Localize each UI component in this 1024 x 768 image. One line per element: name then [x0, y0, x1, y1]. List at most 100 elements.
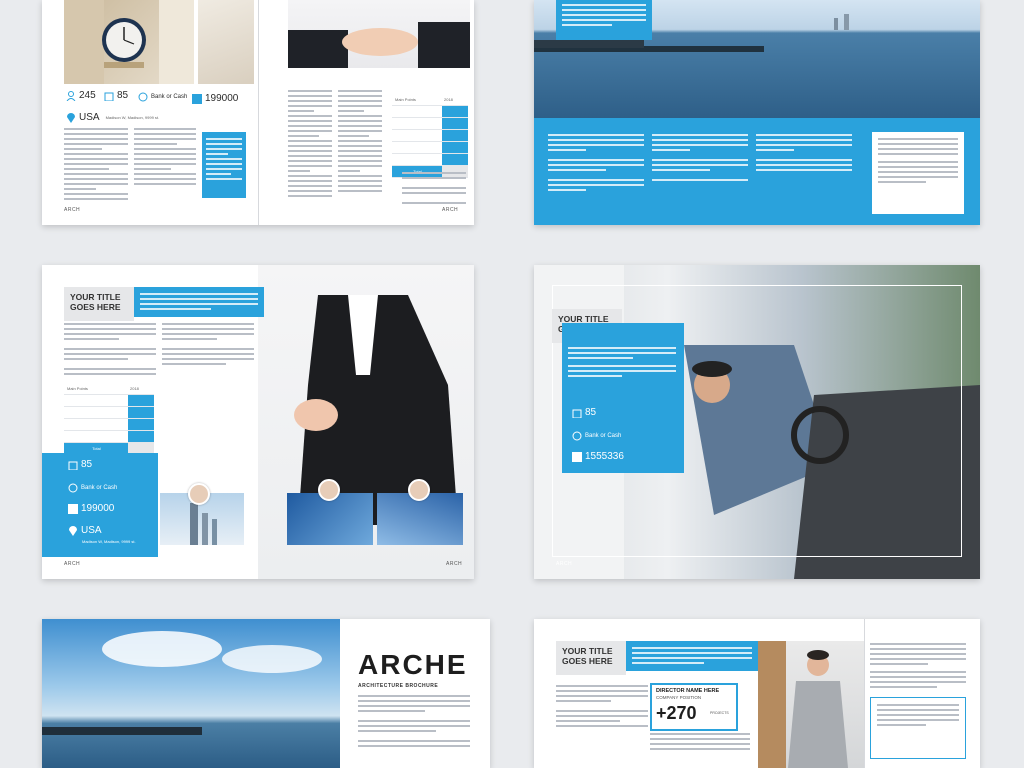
handshake-photo — [288, 0, 470, 68]
man-portrait-photo — [758, 641, 864, 768]
body-text-2 — [162, 323, 254, 368]
sky-sea-photo — [42, 619, 340, 768]
spread-top-left: 245 85 Bank or Cash 199000 USA Madison W… — [42, 0, 474, 225]
count-b-value: 85 — [117, 90, 129, 101]
director-value: +270 — [656, 703, 697, 723]
cash-value: 199000 — [81, 503, 115, 514]
page-fold — [864, 619, 865, 768]
address-value: Madison W, Madison, 9999 st. — [105, 115, 160, 120]
body-text-left — [64, 128, 128, 203]
body-text-left — [556, 685, 648, 730]
checklist — [402, 172, 466, 207]
spread-middle-left: YOUR TITLE GOES HERE Main Points 2018 Tot… — [42, 265, 474, 579]
count-a-value: 245 — [79, 90, 96, 101]
person-icon — [758, 641, 848, 768]
count-value: 85 — [585, 407, 597, 418]
spread-top-right: ARCH — [534, 0, 980, 225]
cash-value: 199000 — [205, 93, 239, 104]
cash-value: 1555336 — [585, 451, 624, 462]
body-text-right-1 — [288, 90, 332, 200]
location-pin-icon — [66, 112, 76, 123]
blue-header-bar — [134, 287, 264, 317]
blue-info-panel: 85 Bank or Cash 1555336 — [562, 323, 684, 473]
blue-header-bar — [626, 641, 758, 671]
avatar — [318, 479, 340, 501]
title-box: YOUR TITLE GOES HERE — [64, 287, 134, 321]
moneybag-icon — [572, 451, 582, 462]
footer-brand-right: ARCH — [446, 561, 463, 567]
spread-bottom-right: YOUR TITLE GOES HERE DIRECTOR NAME HERE … — [534, 619, 980, 768]
footer-brand-left: ARCH — [64, 561, 81, 567]
footer-brand-right: ARCH — [442, 207, 459, 213]
footer-brand-left: ARCH — [64, 207, 81, 213]
table-header: Main Points 2018 — [64, 383, 154, 395]
body-text — [64, 323, 156, 378]
director-unit: PROJECTS — [710, 711, 729, 715]
avatar — [188, 483, 210, 505]
points-table: Main Points2018 Total — [64, 383, 154, 455]
arche-subtitle: ARCHITECTURE BROCHURE — [358, 683, 439, 689]
blue-caption-box — [556, 0, 652, 40]
building-icon — [68, 460, 78, 470]
people-icon — [66, 90, 76, 101]
cash-label: Bank or Cash — [585, 433, 622, 439]
stat-cash-value: 199000 — [68, 503, 114, 514]
title-box: YOUR TITLE GOES HERE — [556, 641, 626, 675]
body-text-right-2 — [338, 90, 382, 195]
money-icon — [138, 92, 148, 102]
stat-count: 85 — [68, 459, 92, 470]
stat-location: USA Madison W, Madison, 9999 st. — [66, 112, 159, 123]
building-icon — [104, 91, 114, 101]
body-text-mid — [650, 733, 750, 753]
stats-panel: 85 Bank or Cash 199000 USA Madison W, Ma… — [42, 453, 158, 557]
director-label: DIRECTOR NAME HERE — [656, 688, 720, 694]
footer-brand: ARCH — [556, 561, 573, 567]
stat-cash-label: Bank or Cash — [68, 483, 117, 493]
points-table: Main Points2018 Total — [392, 94, 468, 178]
moneybag-icon — [68, 503, 78, 514]
table-row — [64, 395, 154, 407]
body-text-right — [870, 643, 966, 691]
outlined-text-box — [870, 697, 966, 759]
blue-text-panel — [202, 132, 246, 198]
address-value: Madison W, Madison, 9999 st. — [82, 539, 136, 544]
stat-cash-label: Bank or Cash — [138, 92, 187, 102]
money-icon — [572, 431, 582, 441]
clock-icon — [64, 0, 194, 84]
stat-count-a: 245 — [66, 90, 96, 101]
cash-label: Bank or Cash — [81, 485, 118, 491]
glasses-photo — [198, 0, 254, 84]
table-row — [392, 142, 468, 154]
director-box: DIRECTOR NAME HERE COMPANY POSITION +270… — [650, 683, 738, 731]
stat-location: USA — [68, 525, 102, 536]
page-fold — [258, 0, 259, 225]
table-row — [392, 154, 468, 166]
cloud-pier-icon — [42, 631, 322, 735]
stat-count: 85 — [572, 407, 596, 418]
money-icon — [68, 483, 78, 493]
table-row — [64, 407, 154, 419]
avatar — [408, 479, 430, 501]
table-row — [64, 419, 154, 431]
table-header-a: Main Points — [395, 97, 416, 102]
stat-cash-label: Bank or Cash — [572, 431, 621, 441]
building-icon — [572, 408, 582, 418]
cash-label: Bank or Cash — [151, 94, 188, 100]
table-row — [392, 118, 468, 130]
arche-title: ARCHE — [358, 649, 468, 680]
body-text-mid — [134, 128, 196, 188]
table-header: Main Points 2018 — [392, 94, 468, 106]
clock-photo — [64, 0, 194, 84]
table-row — [392, 106, 468, 118]
company-label: COMPANY POSITION — [656, 695, 702, 700]
count-value: 85 — [81, 459, 93, 470]
table-row — [392, 130, 468, 142]
footer-brand: ARCH — [948, 207, 965, 213]
table-header-b: 2018 — [442, 94, 468, 105]
hands-icon — [288, 22, 470, 68]
country-value: USA — [79, 112, 100, 123]
stat-cash-value: 1555336 — [572, 451, 624, 462]
spread-bottom-left: ARCHE ARCHITECTURE BROCHURE — [42, 619, 490, 768]
spread-middle-right: YOUR TITLE GOES HERE 85 Bank or Cash 155… — [534, 265, 980, 579]
blue-band — [534, 118, 980, 225]
